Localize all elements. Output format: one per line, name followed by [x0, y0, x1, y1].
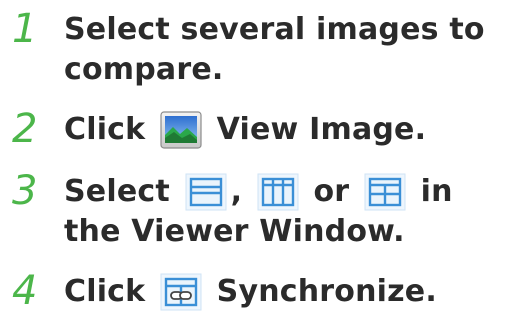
horizontal-split-icon — [185, 173, 227, 211]
step-text-after: Synchronize. — [216, 274, 437, 309]
view-image-icon — [160, 111, 202, 149]
step-text-after: in — [420, 174, 453, 209]
step-number: 1 — [12, 6, 38, 52]
step-number: 4 — [12, 268, 38, 314]
vertical-split-icon — [257, 173, 299, 211]
step-text-line2: compare. — [64, 52, 224, 87]
step-1: 1 Select several images to compare. — [0, 6, 510, 92]
step-3: 3 Select , or in the Viewer Window. — [0, 168, 510, 256]
step-number: 2 — [12, 106, 38, 152]
step-text-line2: the Viewer Window. — [64, 214, 405, 249]
instruction-steps: 1 Select several images to compare. 2 Cl… — [0, 0, 510, 320]
separator-comma: , — [230, 174, 243, 209]
synchronize-icon — [160, 273, 202, 311]
separator-or: or — [313, 174, 350, 209]
step-text: Click View Image. — [64, 108, 426, 152]
step-text-line1: Select , or in — [64, 170, 453, 214]
step-text-before: Click — [64, 112, 146, 147]
step-4: 4 Click Synchronize. — [0, 268, 510, 316]
step-text-after: View Image. — [216, 112, 427, 147]
step-text-line1: Select several images to — [64, 12, 485, 47]
step-text-before: Select — [64, 174, 170, 209]
step-text-before: Click — [64, 274, 146, 309]
step-text: Click Synchronize. — [64, 270, 437, 314]
step-number: 3 — [12, 168, 38, 214]
quad-split-icon — [364, 173, 406, 211]
step-2: 2 Click View Image. — [0, 106, 510, 154]
